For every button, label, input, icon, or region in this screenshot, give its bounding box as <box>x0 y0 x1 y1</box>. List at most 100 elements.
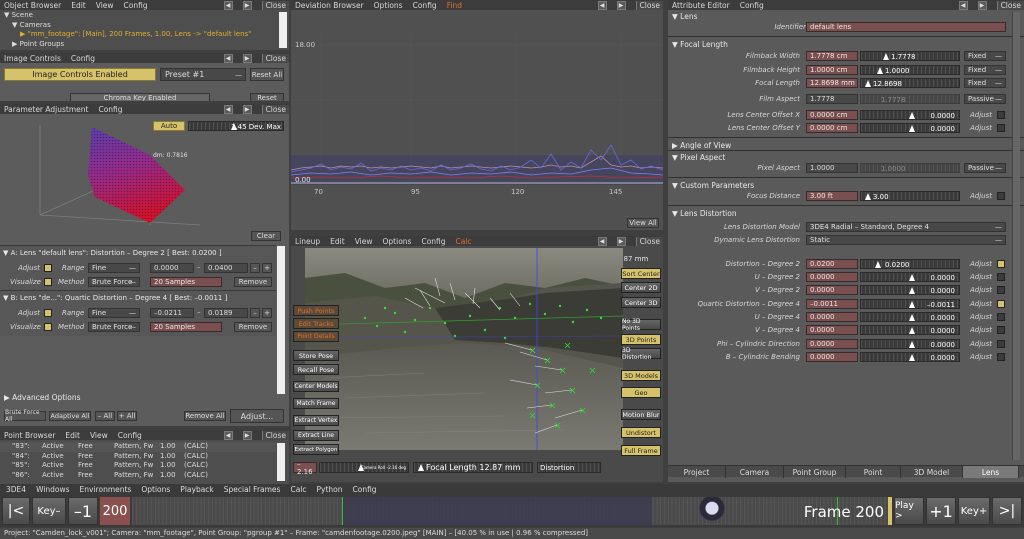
menu-config[interactable]: Config <box>413 1 437 10</box>
no-3d-points-button[interactable]: No 3D Points <box>621 318 661 332</box>
key-back-button[interactable]: Key– <box>32 497 66 525</box>
next-arrow-icon[interactable]: ▶ <box>977 0 987 10</box>
param-value-field[interactable]: 0.0000 <box>806 312 858 322</box>
tab-project[interactable]: Project <box>668 466 726 478</box>
menu-image-controls[interactable]: Image Controls <box>4 54 61 63</box>
param-block-title[interactable]: ▼ A: Lens "default lens": Distortion – D… <box>3 249 222 257</box>
last-frame-button[interactable]: >| <box>992 497 1022 525</box>
adjust-checkbox[interactable] <box>997 326 1005 334</box>
camera-roll-slider[interactable]: Camera Roll –2.16 deg <box>319 462 409 473</box>
range-max-field[interactable]: 0.0400 <box>204 263 248 273</box>
tree-camera-mm-footage[interactable]: ▶ "mm_footage": [Main], 200 Frames, 1.00… <box>4 30 274 40</box>
method-dropdown[interactable]: Brute Force <box>88 322 140 332</box>
menu-view[interactable]: View <box>90 431 108 440</box>
clear-button[interactable]: Clear <box>251 231 281 241</box>
focal-length-field[interactable]: 12.8698 mm <box>806 78 858 88</box>
prev-arrow-icon[interactable]: ◀ <box>223 104 233 114</box>
close-button[interactable]: Close <box>261 53 289 63</box>
step-forward-button[interactable]: +1 <box>926 497 956 525</box>
camera-roll-field[interactable]: –2.16 <box>293 460 317 476</box>
dev-max-slider[interactable]: 1.45 Dev. Max <box>188 121 284 131</box>
remove-button[interactable]: Remove <box>234 322 272 332</box>
close-button[interactable]: Close <box>261 0 289 10</box>
center-2d-button[interactable]: Center 2D <box>621 282 661 293</box>
undistort-button[interactable]: Undistort <box>621 427 661 438</box>
adjust-checkbox[interactable] <box>44 309 52 317</box>
remove-button[interactable]: Remove <box>234 277 272 287</box>
timeline-scrubber[interactable]: Frame 200 <box>132 497 892 525</box>
center-models-button[interactable]: Center Models <box>293 381 339 392</box>
pixel-aspect-field[interactable]: 1.0000 <box>806 163 858 173</box>
menu-playback[interactable]: Playback <box>180 485 213 494</box>
reset-button[interactable]: Reset <box>250 93 284 101</box>
lens-center-y-field[interactable]: 0.0000 cm <box>806 123 858 133</box>
prev-arrow-icon[interactable]: ◀ <box>223 53 233 63</box>
next-arrow-icon[interactable]: ▶ <box>242 0 252 10</box>
step-back-button[interactable]: –1 <box>68 497 98 525</box>
filmback-width-slider[interactable]: 1.7778 <box>860 51 960 61</box>
deviation-curve-plot[interactable]: 18.00 0.00 70 95 120 145 <box>291 10 663 230</box>
lens-center-x-slider[interactable]: 0.0000 <box>860 110 960 120</box>
pixel-aspect-slider[interactable]: 1.0000 <box>860 163 960 173</box>
dynamic-distortion-dropdown[interactable]: Static <box>806 235 1006 245</box>
range-min-field[interactable]: 0.0000 <box>150 263 194 273</box>
menu-view[interactable]: View <box>96 1 114 10</box>
menu-config[interactable]: Config <box>740 1 764 10</box>
center-3d-button[interactable]: Center 3D <box>621 297 661 308</box>
param-block-title[interactable]: ▼ B: Lens "de...": Quartic Distortion – … <box>3 294 227 302</box>
adjust-checkbox[interactable] <box>997 353 1005 361</box>
adjust-checkbox[interactable] <box>997 273 1005 281</box>
filmback-height-slider[interactable]: 1.0000 <box>860 65 960 75</box>
prev-arrow-icon[interactable]: ◀ <box>597 0 607 10</box>
brute-force-all-button[interactable]: Brute Force All <box>4 409 46 423</box>
chroma-key-enabled-button[interactable]: Chroma Key Enabled <box>70 93 210 101</box>
menu-edit[interactable]: Edit <box>71 1 86 10</box>
focus-distance-field[interactable]: 3.00 ft <box>806 191 858 201</box>
remove-all-button[interactable]: Remove All <box>184 411 226 421</box>
method-dropdown[interactable]: Brute Force <box>88 277 140 287</box>
param-value-field[interactable]: 0.0200 <box>806 259 858 269</box>
close-button[interactable]: Close <box>635 0 663 10</box>
menu-edit[interactable]: Edit <box>330 237 345 246</box>
adjust-button[interactable]: Adjust... <box>230 409 284 423</box>
param-slider[interactable]: 0.0000 <box>860 312 960 322</box>
plus-all-button[interactable]: + All <box>117 411 137 421</box>
visualize-checkbox[interactable] <box>44 278 52 286</box>
extract-line-button[interactable]: Extract Line <box>293 430 339 441</box>
param-slider[interactable]: 0.0000 <box>860 325 960 335</box>
menu-windows[interactable]: Windows <box>36 485 69 494</box>
close-button[interactable]: Close <box>261 430 289 440</box>
match-frame-button[interactable]: Match Frame <box>293 398 339 409</box>
samples-field[interactable]: 20 Samples <box>150 322 222 332</box>
section-focal-length[interactable]: ▼ Focal Length <box>672 40 728 49</box>
film-aspect-slider[interactable]: 1.7778 <box>860 94 960 104</box>
param-slider[interactable]: 0.0000 <box>860 272 960 282</box>
extract-vertex-button[interactable]: Extract Vertex <box>293 415 339 426</box>
film-aspect-field[interactable]: 1.7778 <box>806 94 858 104</box>
scrollbar[interactable] <box>1012 12 1020 460</box>
adjust-checkbox[interactable] <box>997 124 1005 132</box>
param-value-field[interactable]: 0.0000 <box>806 272 858 282</box>
samples-field[interactable]: 20 Samples <box>150 277 222 287</box>
full-frame-button[interactable]: Full Frame <box>621 445 661 456</box>
push-points-button[interactable]: Push Points <box>293 305 339 316</box>
next-arrow-icon[interactable]: ▶ <box>242 430 252 440</box>
menu-config[interactable]: Config <box>353 485 377 494</box>
menu-config[interactable]: Config <box>71 54 95 63</box>
menu-lineup[interactable]: Lineup <box>295 237 320 246</box>
next-arrow-icon[interactable]: ▶ <box>616 0 626 10</box>
menu-attribute-editor[interactable]: Attribute Editor <box>672 1 730 10</box>
param-value-field[interactable]: 0.0000 <box>806 285 858 295</box>
close-button[interactable]: Close <box>996 0 1024 10</box>
adjust-checkbox[interactable] <box>997 313 1005 321</box>
adjust-checkbox[interactable] <box>997 192 1005 200</box>
advanced-options-toggle[interactable]: ▶ Advanced Options <box>4 393 81 402</box>
list-item[interactable]: "84": Active Free Pattern, Fw 1.00 (CALC… <box>0 452 276 462</box>
minus-all-button[interactable]: – All <box>95 411 115 421</box>
list-item[interactable]: "85": Active Free Pattern, Fw 1.00 (CALC… <box>0 461 276 471</box>
section-lens[interactable]: ▼ Lens <box>672 12 697 21</box>
store-pose-button[interactable]: Store Pose <box>293 350 339 361</box>
decrement-button[interactable]: – <box>250 263 260 273</box>
scrollbar[interactable] <box>277 246 285 394</box>
section-lens-distortion[interactable]: ▼ Lens Distortion <box>672 209 737 218</box>
